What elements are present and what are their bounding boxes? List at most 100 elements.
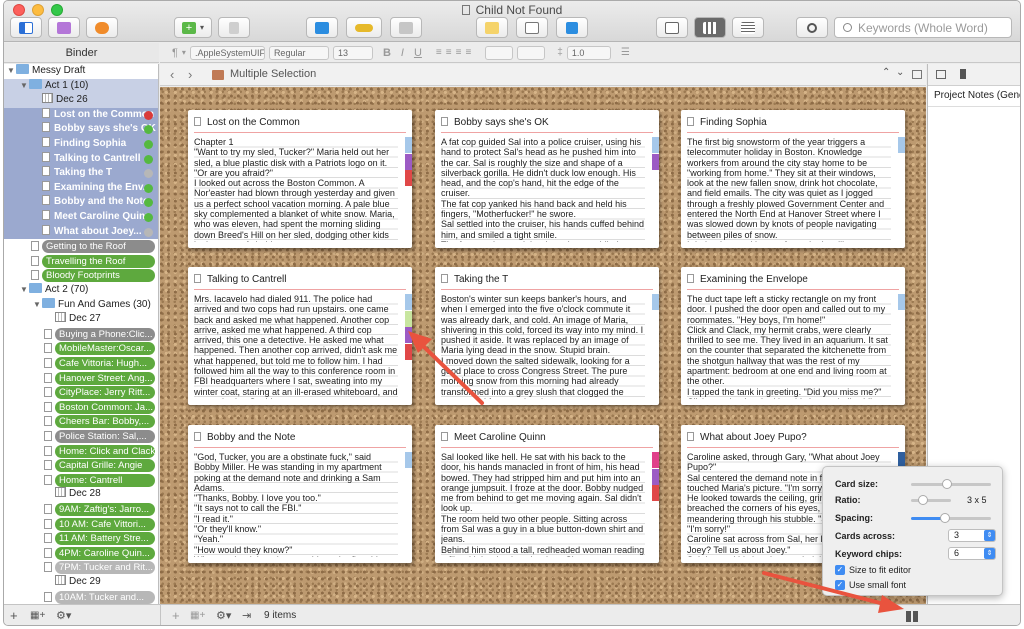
- quickref-button[interactable]: [306, 17, 338, 38]
- corkboard-options-icon[interactable]: [906, 611, 918, 622]
- binder-row[interactable]: ▼ Messy Draft: [4, 64, 158, 79]
- stepper-arrows-icon[interactable]: ⇕: [984, 548, 995, 559]
- card-synopsis[interactable]: The first big snowstorm of the year trig…: [687, 137, 891, 242]
- binder-row[interactable]: Capital Grille: Angie: [4, 458, 158, 473]
- add-card-icon[interactable]: +: [172, 608, 180, 623]
- align-center-icon[interactable]: ≡: [446, 47, 452, 58]
- add-folder-icon[interactable]: ▦+: [30, 610, 45, 621]
- binder-row[interactable]: CityPlace: Jerry Ritt...: [4, 385, 158, 400]
- card-title[interactable]: Bobby and the Note: [194, 432, 404, 446]
- binder-row[interactable]: 10 AM: Cafe Vittori...: [4, 517, 158, 532]
- delete-button[interactable]: [218, 17, 250, 38]
- line-spacing-icon[interactable]: ‡: [557, 47, 563, 58]
- binder-row[interactable]: 4PM: Caroline Quin...: [4, 546, 158, 561]
- paragraph-style-button[interactable]: ¶: [172, 47, 178, 59]
- font-family-select[interactable]: .AppleSystemUIFont: [189, 45, 265, 60]
- ratio-knob[interactable]: [918, 495, 928, 505]
- binder-row[interactable]: 10AM: Tucker and...: [4, 590, 158, 604]
- card-synopsis[interactable]: Sal looked like hell. He sat with his ba…: [441, 452, 645, 557]
- keywords-button[interactable]: [346, 17, 382, 38]
- index-card[interactable]: Examining the Envelope The duct tape left…: [681, 267, 905, 405]
- spacing-knob[interactable]: [939, 513, 950, 523]
- binder-row[interactable]: Cheers Bar: Bobby,...: [4, 414, 158, 429]
- index-card[interactable]: Meet Caroline Quinn Sal looked like hell.…: [435, 425, 659, 563]
- disclosure-triangle-icon[interactable]: ▼: [20, 283, 29, 298]
- disclosure-triangle-icon[interactable]: ▼: [33, 298, 42, 313]
- notes-tab-icon[interactable]: [936, 70, 946, 79]
- binder-row[interactable]: ▼ Act 1 (10): [4, 78, 158, 94]
- disclosure-triangle-icon[interactable]: ▼: [20, 79, 29, 94]
- binder-gear-icon[interactable]: ⚙▾: [56, 609, 71, 622]
- search-options-button[interactable]: [796, 17, 828, 38]
- index-card[interactable]: Bobby says she's OK A fat cop guided Sal …: [435, 110, 659, 248]
- card-synopsis[interactable]: Mrs. Iacavelo had dialed 911. The police…: [194, 294, 398, 399]
- binder-row[interactable]: Dec 26: [4, 93, 158, 108]
- collections-button[interactable]: [48, 17, 80, 38]
- goto-icon[interactable]: ⇥: [242, 609, 251, 622]
- binder-row[interactable]: Home: Click and Clack: [4, 444, 158, 459]
- view-outline-button[interactable]: [732, 17, 764, 38]
- card-synopsis[interactable]: Chapter 1 "Want to try my sled, Tucker?" …: [194, 137, 398, 242]
- spacing-slider[interactable]: [911, 513, 991, 523]
- binder-row[interactable]: Meet Caroline Quinn: [4, 210, 158, 225]
- binder-row[interactable]: 11 AM: Battery Stre...: [4, 531, 158, 546]
- binder-row[interactable]: Talking to Cantrell: [4, 151, 158, 167]
- font-size-select[interactable]: 13: [332, 45, 373, 60]
- binder-row[interactable]: Buying a Phone:Clic...: [4, 327, 158, 342]
- binder-row[interactable]: Dec 28: [4, 487, 158, 502]
- binder-row[interactable]: 9AM: Zaftig's: Jarro...: [4, 502, 158, 517]
- stepper-arrows-icon[interactable]: ⇕: [984, 530, 995, 541]
- disclosure-triangle-icon[interactable]: ▼: [7, 64, 16, 79]
- card-title[interactable]: Taking the T: [441, 274, 651, 288]
- binder-row[interactable]: Examining the Env...: [4, 180, 158, 196]
- index-card[interactable]: Lost on the Common Chapter 1 "Want to try …: [188, 110, 412, 248]
- add-item-button[interactable]: + ▾: [174, 17, 212, 38]
- justify-icon[interactable]: ≡: [465, 47, 471, 58]
- binder-row[interactable]: Bobby says she's OK: [4, 122, 158, 137]
- split-editor-icon[interactable]: [912, 70, 922, 79]
- card-synopsis[interactable]: A fat cop guided Sal into a police cruis…: [441, 137, 645, 242]
- card-size-knob[interactable]: [942, 479, 952, 489]
- keyword-chips-stepper[interactable]: 6 ⇕: [948, 547, 996, 560]
- binder-row[interactable]: Travelling the Roof: [4, 254, 158, 269]
- italic-button[interactable]: I: [401, 47, 404, 59]
- binder-row[interactable]: Bobby and the Note: [4, 195, 158, 210]
- back-arrow-icon[interactable]: ‹: [170, 67, 174, 82]
- previous-document-icon[interactable]: ⌃: [882, 67, 890, 78]
- binder-row[interactable]: ▼ Act 2 (70): [4, 283, 158, 298]
- binder-row[interactable]: Taking the T: [4, 166, 158, 181]
- binder-row[interactable]: What about Joey...: [4, 224, 158, 240]
- comment-button[interactable]: [476, 17, 508, 38]
- highlight-color-select[interactable]: [517, 45, 546, 60]
- binder-row[interactable]: Boston Common: Ja...: [4, 400, 158, 415]
- card-size-slider[interactable]: [911, 479, 991, 489]
- index-card[interactable]: Taking the T Boston's winter sun keeps ba…: [435, 267, 659, 405]
- binder-row[interactable]: Getting to the Roof: [4, 239, 158, 254]
- add-binder-item-icon[interactable]: +: [10, 608, 18, 623]
- binder-row[interactable]: Police Station: Sal,...: [4, 429, 158, 444]
- inspector-note-button[interactable]: [390, 17, 422, 38]
- view-scrivenings-button[interactable]: [656, 17, 688, 38]
- line-spacing-select[interactable]: 1.0: [566, 45, 611, 60]
- binder-row[interactable]: Dec 29: [4, 575, 158, 590]
- binder-row[interactable]: Lost on the Common: [4, 107, 158, 123]
- small-font-checkbox[interactable]: ✓: [835, 580, 845, 590]
- binder-row[interactable]: MobileMaster:Oscar...: [4, 341, 158, 356]
- card-title[interactable]: Bobby says she's OK: [441, 117, 651, 131]
- binder-row[interactable]: Bloody Footprints: [4, 268, 158, 283]
- binder-row[interactable]: Hanover Street: Ang...: [4, 371, 158, 386]
- compile-button[interactable]: [556, 17, 588, 38]
- snapshot-button[interactable]: [516, 17, 548, 38]
- card-synopsis[interactable]: "God, Tucker, you are a obstinate fuck,"…: [194, 452, 398, 557]
- underline-button[interactable]: U: [414, 47, 422, 59]
- card-title[interactable]: Lost on the Common: [194, 117, 404, 131]
- binder-row[interactable]: ▼ Fun And Games (30): [4, 297, 158, 313]
- ratio-slider[interactable]: [911, 495, 951, 505]
- binder-toggle-button[interactable]: [10, 17, 42, 38]
- card-title[interactable]: Examining the Envelope: [687, 274, 897, 288]
- add-card-folder-icon[interactable]: ▦+: [190, 610, 205, 621]
- binder-row[interactable]: Home: Cantrell: [4, 473, 158, 488]
- corkboard-gear-icon[interactable]: ⚙▾: [216, 609, 231, 622]
- bold-button[interactable]: B: [383, 47, 391, 59]
- card-title[interactable]: Talking to Cantrell: [194, 274, 404, 288]
